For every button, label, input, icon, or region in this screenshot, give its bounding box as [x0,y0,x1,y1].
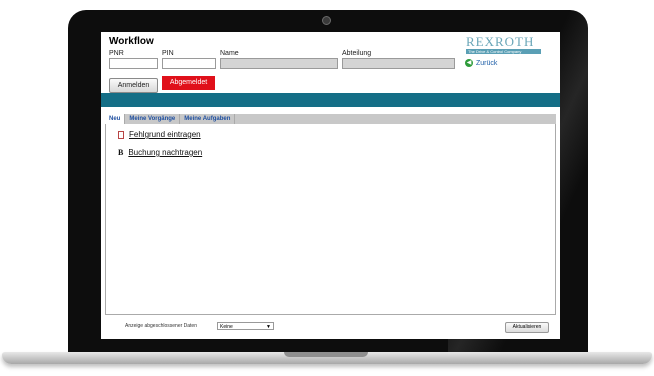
list-item-buchung[interactable]: B Buchung nachtragen [118,148,202,157]
logo-text: REXROTH [466,34,535,49]
name-label: Name [220,50,239,57]
app-screen: Workflow PNR PIN Name Abteilung REXROTH … [101,32,560,339]
abteilung-field [342,58,455,69]
pin-label: PIN [162,50,174,57]
tab-meine-aufgaben[interactable]: Meine Aufgaben [180,114,236,124]
header-bar [101,93,560,107]
footer-label: Anzeige abgeschlossener Daten [125,323,197,329]
abteilung-label: Abteilung [342,50,372,57]
back-label: Zurück [476,59,498,67]
logout-status-button[interactable]: Abgemeldet [162,76,215,90]
completed-data-select[interactable]: Keine ▼ [217,322,274,330]
back-link[interactable]: ◀ Zurück [465,59,497,67]
chevron-down-icon: ▼ [266,324,271,330]
tab-content: Fehlgrund eintragen B Buchung nachtragen [105,124,556,315]
b-icon: B [118,148,124,157]
select-value: Keine [220,324,233,330]
fehlgrund-link[interactable]: Fehlgrund eintragen [129,130,201,139]
rexroth-logo: REXROTH The Drive & Control Company [466,34,541,54]
tab-neu[interactable]: Neu [105,114,126,124]
back-arrow-icon: ◀ [465,59,473,67]
tab-meine-vorgaenge[interactable]: Meine Vorgänge [125,114,181,124]
pin-input[interactable] [162,58,216,69]
footer-bar: Anzeige abgeschlossener Daten Keine ▼ Ak… [101,319,560,335]
page-title: Workflow [109,36,154,47]
pnr-input[interactable] [109,58,158,69]
list-item-fehlgrund[interactable]: Fehlgrund eintragen [118,130,201,139]
camera-icon [322,16,331,25]
tab-bar: Neu Meine Vorgänge Meine Aufgaben [105,114,556,124]
pnr-label: PNR [109,50,124,57]
document-icon [118,130,124,139]
buchung-link[interactable]: Buchung nachtragen [128,148,202,157]
name-field [220,58,338,69]
refresh-button[interactable]: Aktualisieren [505,322,549,333]
login-button[interactable]: Anmelden [109,78,158,93]
laptop-notch [284,352,368,357]
